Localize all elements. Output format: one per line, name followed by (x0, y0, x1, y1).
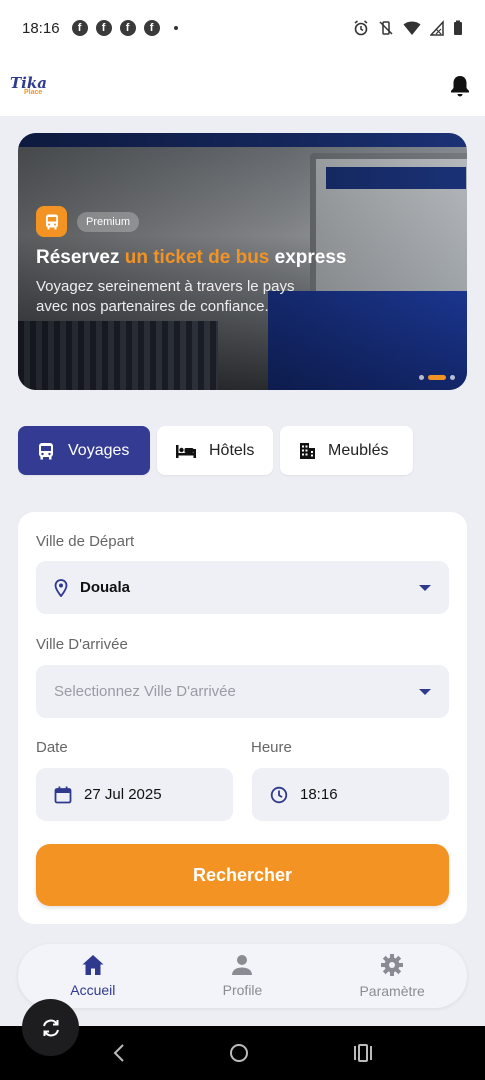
rotate-screen-button[interactable] (22, 999, 79, 1056)
departure-label: Ville de Départ (36, 533, 135, 550)
nav-item-profile[interactable]: Profile (182, 954, 302, 998)
vibrate-mute-icon (379, 21, 393, 35)
nav-label: Profile (222, 982, 263, 998)
time-label: Heure (251, 739, 292, 756)
bottom-navigation: Accueil Profile Paramètre (18, 944, 467, 1008)
banner-subtitle: Voyagez sereinement à travers le pays av… (36, 278, 295, 315)
arrival-city-select[interactable]: Selectionnez Ville D'arrivée (36, 665, 449, 718)
search-button[interactable]: Rechercher (36, 844, 449, 906)
app-bar: Tika Place (0, 56, 485, 116)
nav-item-accueil[interactable]: Accueil (33, 954, 153, 998)
system-icons (353, 20, 463, 36)
nav-label: Accueil (70, 982, 116, 998)
gear-icon (381, 954, 404, 976)
calendar-icon (54, 786, 72, 803)
notification-bell-icon[interactable] (449, 74, 471, 98)
arrival-label: Ville D'arrivée (36, 636, 128, 653)
clock-icon (270, 786, 288, 803)
rotate-icon (42, 1019, 59, 1036)
banner-headline: Réservez un ticket de bus express (36, 247, 347, 268)
arrival-city-placeholder: Selectionnez Ville D'arrivée (54, 683, 236, 700)
tab-label: Voyages (68, 441, 130, 459)
status-bar: 18:16 f f f f (0, 0, 485, 56)
status-time: 18:16 (22, 19, 60, 37)
search-form-card: Ville de Départ Douala Ville D'arrivée S… (18, 512, 467, 924)
facebook-icon: f (143, 20, 160, 36)
building-icon (300, 442, 315, 459)
premium-badge: Premium (77, 211, 140, 232)
recents-icon[interactable] (353, 1044, 373, 1062)
carousel-indicator (419, 375, 455, 380)
nav-label: Paramètre (359, 983, 425, 999)
date-value: 27 Jul 2025 (84, 786, 162, 803)
signal-icon (430, 20, 444, 36)
promo-banner[interactable]: Premium Réservez un ticket de bus expres… (18, 133, 467, 390)
bus-icon (36, 206, 67, 237)
logo-subtext: Place (24, 89, 43, 96)
alarm-icon (354, 20, 368, 36)
date-label: Date (36, 739, 68, 756)
tab-label: Hôtels (209, 441, 255, 459)
facebook-icon: f (119, 20, 136, 36)
departure-city-select[interactable]: Douala (36, 561, 449, 614)
chevron-down-icon (419, 584, 431, 591)
wifi-icon (403, 21, 421, 35)
person-icon (232, 955, 253, 975)
tab-voyages[interactable]: Voyages (18, 426, 150, 475)
carousel-dot[interactable] (419, 375, 424, 380)
notification-icons: f f f f (71, 20, 178, 36)
departure-city-value: Douala (80, 579, 131, 596)
tab-label: Meublés (328, 441, 389, 459)
time-field[interactable]: 18:16 (252, 768, 449, 821)
facebook-icon: f (95, 20, 112, 36)
home-circle-icon[interactable] (229, 1043, 249, 1063)
battery-icon (454, 20, 462, 35)
facebook-icon: f (71, 20, 88, 36)
time-value: 18:16 (300, 786, 338, 803)
more-notifications-dot (173, 26, 178, 30)
back-icon[interactable] (112, 1043, 126, 1063)
carousel-dot[interactable] (450, 375, 455, 380)
tab-hotels[interactable]: Hôtels (157, 426, 273, 475)
app-logo: Tika Place (10, 76, 47, 97)
bus-icon (39, 442, 53, 459)
location-pin-icon (54, 578, 68, 597)
category-tabs: Voyages Hôtels Meublés (18, 426, 413, 475)
nav-item-parametre[interactable]: Paramètre (332, 953, 452, 999)
chevron-down-icon (419, 688, 431, 695)
date-field[interactable]: 27 Jul 2025 (36, 768, 233, 821)
bed-icon (176, 444, 196, 458)
banner-content: Premium Réservez un ticket de bus expres… (36, 206, 456, 317)
tab-meubles[interactable]: Meublés (280, 426, 413, 475)
home-icon (82, 955, 104, 975)
carousel-dot-active[interactable] (428, 375, 446, 380)
